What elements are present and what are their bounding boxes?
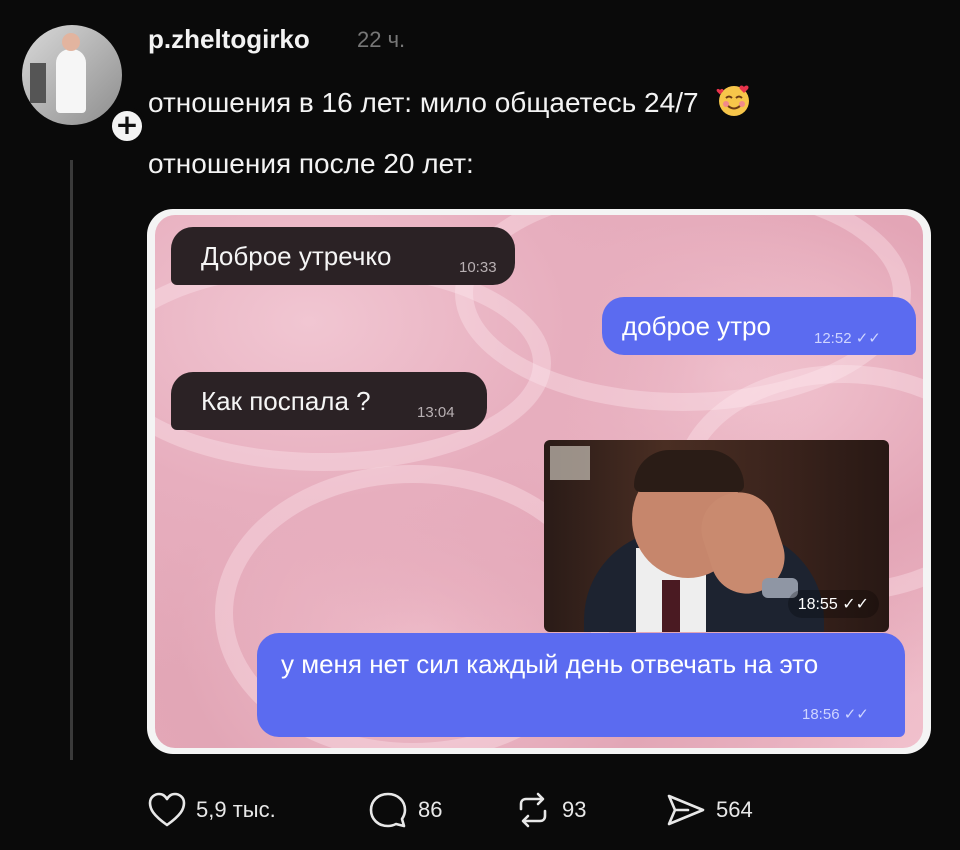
- post-text-line-1-text: отношения в 16 лет: мило общаетесь 24/7: [148, 87, 699, 118]
- message-bubble-outgoing: доброе утро 12:52 ✓✓: [602, 297, 916, 355]
- follow-button[interactable]: +: [108, 107, 146, 145]
- repost-button[interactable]: 93: [514, 788, 586, 832]
- message-text: у меня нет сил каждый день отвечать на э…: [281, 649, 819, 679]
- photo-tie: [662, 580, 680, 632]
- message-bubble-outgoing: у меня нет сил каждый день отвечать на э…: [257, 633, 905, 737]
- message-text: доброе утро: [622, 311, 771, 341]
- smiling-hearts-emoji-icon: [716, 82, 752, 125]
- message-bubble-incoming: Доброе утречко 10:33: [171, 227, 515, 285]
- comment-button[interactable]: 86: [368, 788, 442, 832]
- plus-icon: +: [115, 108, 139, 141]
- post-time: 22 ч.: [357, 27, 406, 52]
- chat-screenshot: Доброе утречко 10:33 доброе утро 12:52 ✓…: [155, 215, 923, 748]
- heart-icon: [148, 792, 186, 828]
- photo-time: 18:55 ✓✓: [787, 590, 879, 618]
- like-button[interactable]: 5,9 тыс.: [148, 788, 276, 832]
- repost-count: 93: [562, 797, 587, 822]
- avatar-head: [62, 33, 80, 51]
- photo-hair: [634, 450, 744, 492]
- message-time: 13:04: [417, 404, 455, 421]
- thread-line: [70, 160, 73, 760]
- avatar[interactable]: [22, 25, 122, 125]
- avatar-container[interactable]: +: [22, 25, 146, 145]
- post-media-image[interactable]: Доброе утречко 10:33 доброе утро 12:52 ✓…: [147, 209, 931, 754]
- post-text-line-1: отношения в 16 лет: мило общаетесь 24/7: [148, 82, 752, 125]
- like-count: 5,9 тыс.: [196, 797, 276, 822]
- message-bubble-incoming: Как поспала ? 13:04: [171, 372, 487, 430]
- share-icon: [666, 792, 706, 828]
- message-time: 18:56 ✓✓: [802, 706, 869, 723]
- comment-count: 86: [418, 797, 443, 822]
- message-text: Как поспала ?: [201, 386, 371, 416]
- double-check-icon: ✓✓: [855, 330, 881, 347]
- message-photo: 18:55 ✓✓: [544, 440, 889, 632]
- username[interactable]: p.zheltogirko: [148, 24, 310, 55]
- post-actions-bar: 5,9 тыс. 86 93 564: [148, 788, 788, 832]
- message-time: 10:33: [459, 259, 497, 276]
- comment-icon: [368, 791, 408, 829]
- share-count: 564: [716, 797, 753, 822]
- photo-window: [550, 446, 590, 480]
- double-check-icon: ✓✓: [842, 596, 869, 613]
- post-text-line-2: отношения после 20 лет:: [148, 148, 474, 179]
- avatar-background-shelf: [30, 63, 46, 103]
- repost-icon: [514, 791, 552, 829]
- double-check-icon: ✓✓: [843, 706, 869, 723]
- message-time: 12:52 ✓✓: [814, 330, 881, 347]
- share-button[interactable]: 564: [666, 788, 753, 832]
- message-text: Доброе утречко: [201, 241, 392, 271]
- avatar-figure: [56, 49, 86, 113]
